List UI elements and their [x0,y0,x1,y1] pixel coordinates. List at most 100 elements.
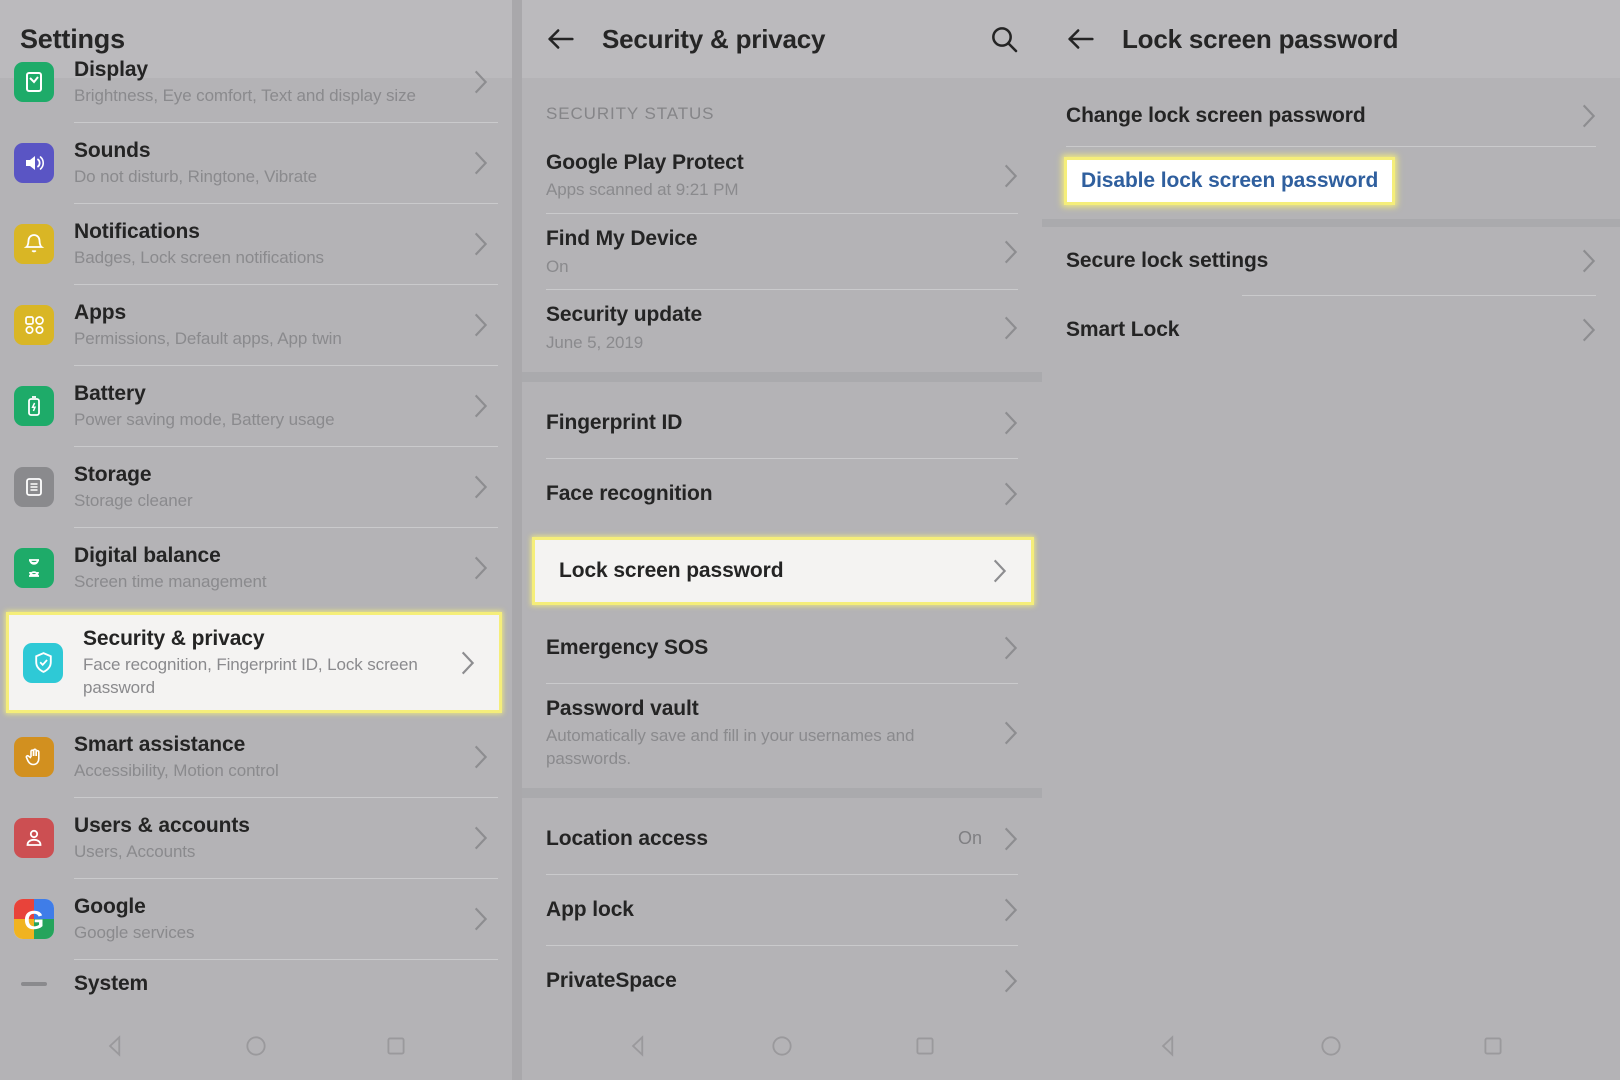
sounds-icon [14,143,54,183]
security-list: SECURITY STATUS Google Play Protect Apps… [522,78,1042,1016]
list-item-password-vault[interactable]: Password vault Automatically save and fi… [522,684,1042,782]
list-item-disable-lock-screen-password[interactable]: Disable lock screen password [1064,157,1396,206]
list-item-text: Google Play Protect Apps scanned at 9:21… [546,138,992,213]
list-item-location-access[interactable]: Location access On [522,804,1042,874]
chevron-right-icon [474,475,488,499]
svg-text:G: G [24,905,44,935]
sidebar-item-sublabel: Permissions, Default apps, App twin [74,329,342,349]
settings-panel: Settings Display Brightness, Eye comfort… [0,0,512,1080]
sidebar-item-google[interactable]: G Google Google services [0,879,512,959]
back-triangle-icon[interactable] [1156,1033,1182,1059]
sidebar-item-label: Digital balance [74,543,221,567]
android-navbar [1042,1012,1620,1080]
list-item-label: PrivateSpace [546,969,677,993]
chevron-right-icon [474,151,488,175]
sidebar-item-sublabel: Google services [74,923,195,943]
list-item-text: Find My Device On [546,214,992,289]
recents-square-icon[interactable] [1480,1033,1506,1059]
recents-square-icon[interactable] [383,1033,409,1059]
sidebar-item-label: Apps [74,300,127,324]
sidebar-item-text: Google Google services [74,883,462,955]
back-arrow-icon[interactable] [544,22,578,56]
sidebar-item-sublabel: Power saving mode, Battery usage [74,410,335,430]
list-item-sublabel: June 5, 2019 [546,332,644,352]
list-item-app-lock[interactable]: App lock [522,875,1042,945]
sidebar-item-display[interactable]: Display Brightness, Eye comfort, Text an… [0,42,512,122]
list-item-sublabel: Automatically save and fill in your user… [546,726,915,768]
chevron-right-icon [1004,316,1018,340]
sidebar-item-apps[interactable]: Apps Permissions, Default apps, App twin [0,285,512,365]
sidebar-item-text: Apps Permissions, Default apps, App twin [74,289,462,361]
sidebar-item-users-accounts[interactable]: Users & accounts Users, Accounts [0,798,512,878]
list-item-label: Google Play Protect [546,151,744,174]
list-item-secure-lock-settings[interactable]: Secure lock settings [1042,227,1620,295]
recents-square-icon[interactable] [912,1033,938,1059]
sidebar-item-digital-balance[interactable]: Digital balance Screen time management [0,528,512,608]
system-icon [14,974,54,994]
list-item-change-lock-screen-password[interactable]: Change lock screen password [1042,78,1620,146]
list-item-security-update[interactable]: Security update June 5, 2019 [522,290,1042,365]
user-icon [14,818,54,859]
chevron-right-icon [1004,240,1018,264]
list-item-text: Security update June 5, 2019 [546,290,992,365]
list-item-google-play-protect[interactable]: Google Play Protect Apps scanned at 9:21… [522,138,1042,213]
sidebar-item-battery[interactable]: Battery Power saving mode, Battery usage [0,366,512,446]
sidebar-item-label: Sounds [74,138,151,162]
three-panel-screenshot: Settings Display Brightness, Eye comfort… [0,0,1620,1080]
sidebar-item-smart-assistance[interactable]: Smart assistance Accessibility, Motion c… [0,717,512,797]
sidebar-item-text: Storage Storage cleaner [74,451,462,523]
list-item-label: Fingerprint ID [546,411,683,435]
chevron-right-icon [1004,411,1018,435]
chevron-right-icon [993,559,1007,583]
home-circle-icon[interactable] [243,1033,269,1059]
sidebar-item-text: Security & privacy Face recognition, Fin… [83,615,449,710]
chevron-right-icon [1004,636,1018,660]
sidebar-item-security-privacy[interactable]: Security & privacy Face recognition, Fin… [6,612,502,714]
home-circle-icon[interactable] [769,1033,795,1059]
list-item-find-my-device[interactable]: Find My Device On [522,214,1042,289]
security-header: Security & privacy [522,0,1042,78]
chevron-right-icon [1004,827,1018,851]
list-item-text: Fingerprint ID [546,398,992,447]
android-navbar [0,1012,512,1080]
sidebar-item-label: Smart assistance [74,733,246,757]
search-icon[interactable] [988,23,1020,55]
sidebar-item-text: Digital balance Screen time management [74,532,462,604]
chevron-right-icon [474,232,488,256]
back-arrow-icon[interactable] [1064,22,1098,56]
sidebar-item-text: System [74,960,488,1007]
group-separator [522,787,1042,798]
list-item-smart-lock[interactable]: Smart Lock [1042,296,1620,364]
list-item-label: Password vault [546,696,699,720]
sidebar-item-label: Google [74,895,146,919]
list-item-label: Change lock screen password [1066,104,1366,128]
sidebar-item-sounds[interactable]: Sounds Do not disturb, Ringtone, Vibrate [0,123,512,203]
chevron-right-icon [474,556,488,580]
back-triangle-icon[interactable] [626,1033,652,1059]
sidebar-item-sublabel: Accessibility, Motion control [74,761,279,781]
list-item-value: On [957,828,982,849]
list-item-disable-lock-screen-password-wrap: Disable lock screen password [1042,147,1620,215]
list-item-text: App lock [546,885,992,934]
section-label-security-status: SECURITY STATUS [546,104,715,123]
list-item-privatespace[interactable]: PrivateSpace [522,946,1042,1016]
list-item-fingerprint-id[interactable]: Fingerprint ID [522,388,1042,458]
sidebar-item-label: Display [74,57,148,81]
list-item-text: Smart Lock [1066,305,1570,354]
sidebar-item-storage[interactable]: Storage Storage cleaner [0,447,512,527]
home-circle-icon[interactable] [1318,1033,1344,1059]
list-item-lock-screen-password[interactable]: Lock screen password [532,536,1034,605]
lock-screen-password-panel: Lock screen password Change lock screen … [1042,0,1620,1080]
android-navbar [522,1012,1042,1080]
sidebar-item-system[interactable]: System [0,960,512,1007]
list-item-face-recognition[interactable]: Face recognition [522,459,1042,529]
shield-check-icon [23,642,63,683]
chevron-right-icon [474,826,488,850]
chevron-right-icon [1004,164,1018,188]
chevron-right-icon [1582,104,1596,128]
list-item-emergency-sos[interactable]: Emergency SOS [522,613,1042,683]
sidebar-item-notifications[interactable]: Notifications Badges, Lock screen notifi… [0,204,512,284]
lockscreen-header: Lock screen password [1042,0,1620,78]
chevron-right-icon [461,651,475,674]
back-triangle-icon[interactable] [103,1033,129,1059]
